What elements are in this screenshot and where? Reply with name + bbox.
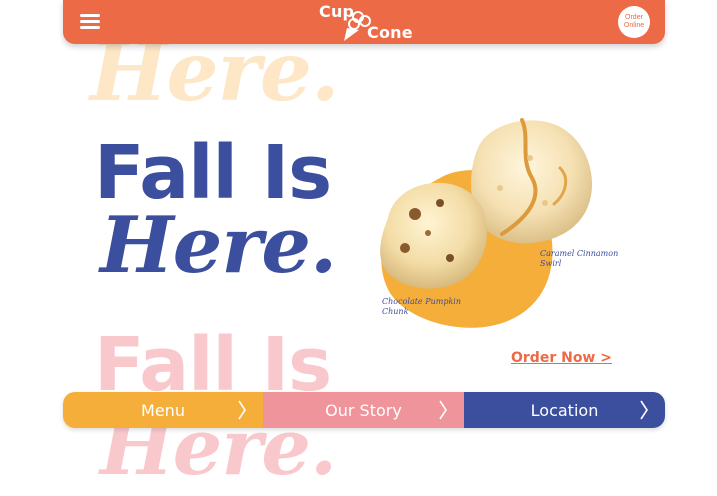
pumpkin-flavor-caption: Chocolate Pumpkin Chunk (382, 297, 462, 316)
nav-our-story-button[interactable]: Our Story (263, 392, 464, 428)
order-now-link[interactable]: Order Now > (511, 350, 612, 366)
chevron-right-icon (640, 400, 648, 420)
hamburger-menu-icon[interactable] (80, 14, 100, 30)
order-online-button[interactable]: Order Online (618, 6, 650, 38)
top-header-bar: Cup Cone Order Online (63, 0, 665, 44)
caramel-scoop (471, 118, 593, 244)
nav-location-button[interactable]: Location (464, 392, 665, 428)
bottom-navigation-bar: Menu Our Story Location (63, 392, 665, 428)
headline-here: Here. (100, 200, 337, 291)
caramel-flavor-caption: Caramel Cinnamon Swirl (540, 249, 619, 268)
chevron-right-icon (238, 400, 246, 420)
cup-cone-logo[interactable]: Cup Cone (315, 2, 415, 42)
chevron-right-icon (439, 400, 447, 420)
order-online-label-2: Online (623, 22, 645, 29)
order-online-label-1: Order (625, 14, 643, 21)
nav-our-story-label: Our Story (325, 400, 402, 420)
nav-location-label: Location (530, 400, 599, 420)
logo-word-cone: Cone (367, 23, 413, 42)
nav-menu-label: Menu (141, 400, 185, 420)
nav-menu-button[interactable]: Menu (63, 392, 263, 428)
